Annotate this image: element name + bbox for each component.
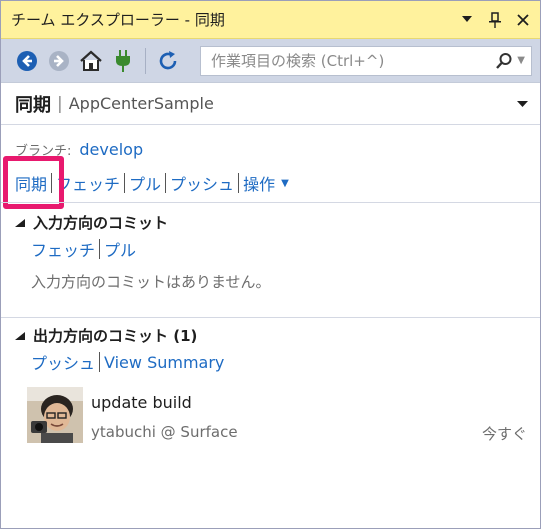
search-input[interactable] <box>209 50 492 71</box>
close-button[interactable] <box>512 9 534 31</box>
commit-details: update build ytabuchi @ Surface 今すぐ <box>91 387 527 443</box>
page-title: 同期 <box>15 94 51 116</box>
pin-button[interactable] <box>484 9 506 31</box>
search-dropdown-icon[interactable]: ▼ <box>517 55 525 66</box>
section-divider <box>1 202 540 203</box>
home-button[interactable] <box>77 47 105 75</box>
search-icon[interactable] <box>495 52 513 70</box>
nav-separator <box>51 173 53 193</box>
avatar <box>27 387 83 443</box>
branch-link[interactable]: develop <box>79 140 143 159</box>
section-divider <box>1 317 540 318</box>
nav-push-link[interactable]: プッシュ <box>170 171 234 195</box>
close-icon <box>517 13 529 26</box>
repository-name: AppCenterSample <box>68 94 214 113</box>
incoming-empty-message: 入力方向のコミットはありません。 <box>31 273 271 291</box>
refresh-icon <box>159 50 177 69</box>
nav-separator <box>238 173 240 193</box>
chevron-down-icon <box>517 100 528 107</box>
collapse-triangle-icon <box>15 218 25 227</box>
home-icon <box>80 50 102 71</box>
page-header: 同期 | AppCenterSample <box>1 83 540 125</box>
link-separator <box>99 239 101 259</box>
link-separator <box>99 352 101 372</box>
incoming-section-title: 入力方向のコミット <box>33 214 169 232</box>
forward-arrow-icon <box>49 50 69 71</box>
toolbar: ▼ <box>1 39 540 83</box>
page-menu-button[interactable] <box>517 97 528 111</box>
back-button[interactable] <box>13 47 41 75</box>
nav-actions-link[interactable]: 操作 <box>243 171 275 195</box>
commit-message[interactable]: update build <box>91 393 192 412</box>
commit-item[interactable]: update build ytabuchi @ Surface 今すぐ <box>27 387 527 443</box>
outgoing-push-link[interactable]: プッシュ <box>31 350 95 374</box>
incoming-pull-link[interactable]: プル <box>104 237 136 261</box>
incoming-section-header[interactable]: 入力方向のコミット <box>15 212 168 233</box>
toolbar-separator <box>145 47 146 74</box>
team-explorer-window: チーム エクスプローラー - 同期 作業項目の検索 (Ctrl+^) ▼ 同期 … <box>0 0 541 529</box>
dropdown-triangle-icon <box>462 15 472 22</box>
collapse-triangle-icon <box>15 331 25 340</box>
commit-author: ytabuchi @ Surface <box>91 423 238 441</box>
outgoing-section-title: 出力方向のコミット (1) <box>33 327 198 345</box>
outgoing-links: プッシュ View Summary <box>31 350 224 374</box>
search-box[interactable]: ▼ <box>200 45 532 76</box>
author-photo <box>27 387 83 443</box>
branch-row: ブランチ: develop <box>15 140 143 159</box>
nav-separator <box>165 173 167 193</box>
nav-sync-link[interactable]: 同期 <box>15 171 47 195</box>
view-summary-link[interactable]: View Summary <box>104 353 224 372</box>
title-bar: チーム エクスプローラー - 同期 <box>1 1 540 39</box>
connect-button[interactable] <box>109 47 137 75</box>
nav-separator <box>124 173 126 193</box>
refresh-button[interactable] <box>154 47 182 75</box>
window-title: チーム エクスプローラー - 同期 <box>11 11 225 29</box>
commit-time: 今すぐ <box>481 425 527 443</box>
sync-nav: 同期 フェッチ プル プッシュ 操作 ▼ <box>15 171 289 195</box>
pin-icon <box>489 11 501 28</box>
nav-pull-link[interactable]: プル <box>129 171 161 195</box>
plug-icon <box>116 49 130 72</box>
header-divider: | <box>57 93 63 114</box>
back-arrow-icon <box>17 50 37 71</box>
nav-fetch-link[interactable]: フェッチ <box>56 171 120 195</box>
forward-button[interactable] <box>45 47 73 75</box>
actions-dropdown-icon[interactable]: ▼ <box>281 178 289 189</box>
incoming-links: フェッチ プル <box>31 237 136 261</box>
outgoing-section-header[interactable]: 出力方向のコミット (1) <box>15 325 197 346</box>
branch-label: ブランチ: <box>15 144 72 159</box>
window-menu-button[interactable] <box>456 9 478 31</box>
incoming-fetch-link[interactable]: フェッチ <box>31 237 95 261</box>
